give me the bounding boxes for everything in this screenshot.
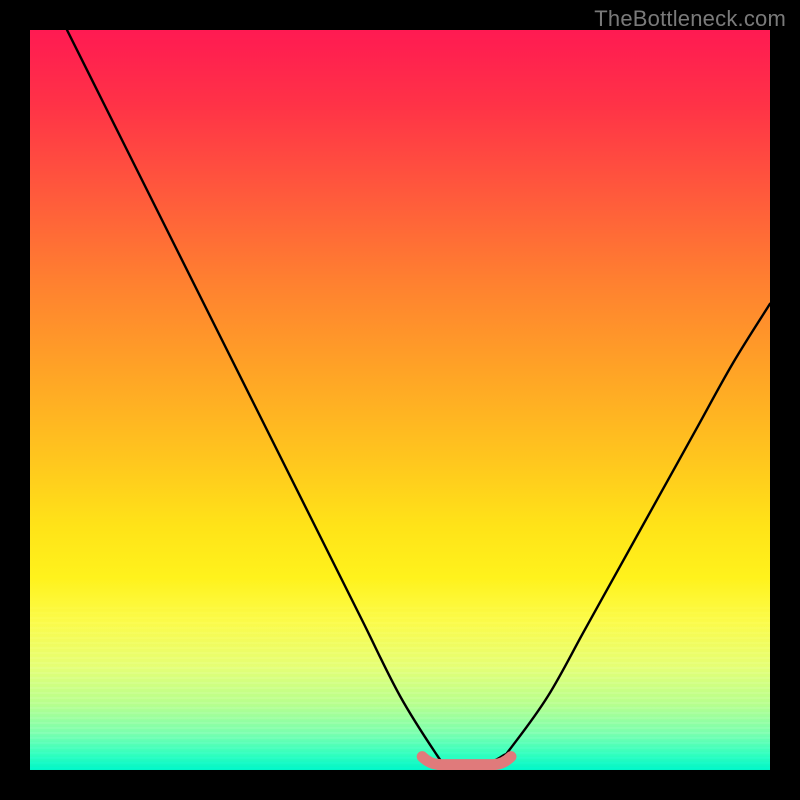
attribution-label: TheBottleneck.com xyxy=(594,6,786,32)
chart-frame: TheBottleneck.com xyxy=(0,0,800,800)
plot-area xyxy=(30,30,770,770)
bottleneck-curve xyxy=(67,30,770,763)
curve-layer xyxy=(30,30,770,770)
